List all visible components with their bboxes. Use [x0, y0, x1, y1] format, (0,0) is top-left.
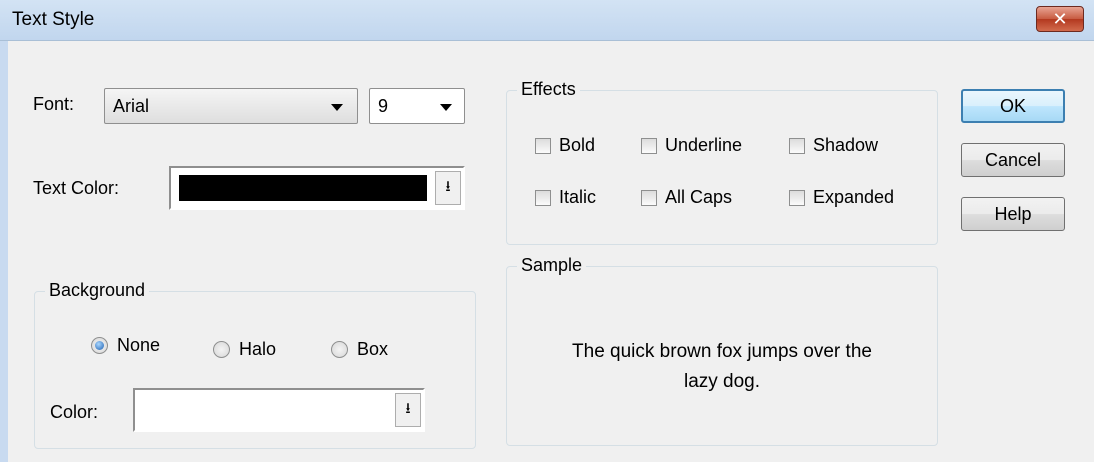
- background-legend: Background: [45, 280, 150, 301]
- background-color-picker[interactable]: ⭳: [133, 388, 425, 432]
- chevron-down-icon: [331, 104, 343, 111]
- checkbox-bold[interactable]: [535, 138, 551, 154]
- sample-legend: Sample: [517, 255, 587, 276]
- radio-box-label[interactable]: Box: [357, 339, 388, 360]
- arrow-down-icon: ⭳: [445, 178, 451, 195]
- radio-halo[interactable]: [213, 341, 230, 358]
- checkbox-all-caps[interactable]: [641, 190, 657, 206]
- background-color-label: Color:: [50, 402, 99, 422]
- font-size-select[interactable]: 9: [369, 88, 465, 124]
- close-button[interactable]: ✕: [1036, 6, 1084, 32]
- checkbox-underline[interactable]: [641, 138, 657, 154]
- checkbox-shadow[interactable]: [789, 138, 805, 154]
- effects-legend: Effects: [517, 79, 580, 100]
- checkbox-expanded[interactable]: [789, 190, 805, 206]
- sample-text-line-2: lazy dog.: [683, 371, 761, 392]
- checkbox-bold-label[interactable]: Bold: [559, 135, 595, 156]
- checkbox-italic-label[interactable]: Italic: [559, 187, 596, 208]
- checkbox-expanded-label[interactable]: Expanded: [813, 187, 894, 208]
- radio-none[interactable]: [91, 337, 108, 354]
- cancel-button[interactable]: Cancel: [961, 143, 1065, 177]
- window-title: Text Style: [12, 9, 95, 30]
- text-color-dropdown-button[interactable]: ⭳: [435, 171, 461, 205]
- title-bar[interactable]: Text Style ✕: [0, 0, 1094, 41]
- checkbox-all-caps-label[interactable]: All Caps: [665, 187, 732, 208]
- font-select[interactable]: Arial: [104, 88, 358, 124]
- checkbox-shadow-label[interactable]: Shadow: [813, 135, 878, 156]
- text-color-label: Text Color:: [33, 178, 120, 198]
- background-color-dropdown-button[interactable]: ⭳: [395, 393, 421, 427]
- checkbox-underline-label[interactable]: Underline: [665, 135, 742, 156]
- radio-none-label[interactable]: None: [117, 335, 160, 356]
- ok-button[interactable]: OK: [961, 89, 1065, 123]
- radio-box[interactable]: [331, 341, 348, 358]
- radio-halo-label[interactable]: Halo: [239, 339, 276, 360]
- text-color-picker[interactable]: ⭳: [169, 166, 465, 210]
- text-color-swatch: [179, 175, 427, 201]
- arrow-down-icon: ⭳: [405, 400, 411, 417]
- effects-group: Effects Bold Underline Shadow Italic All…: [506, 79, 938, 245]
- font-value: Arial: [113, 96, 150, 116]
- help-button[interactable]: Help: [961, 197, 1065, 231]
- sample-group: Sample The quick brown fox jumps over th…: [506, 255, 938, 446]
- checkbox-italic[interactable]: [535, 190, 551, 206]
- sample-text: The quick brown fox jumps over the lazy …: [507, 337, 937, 397]
- background-group: Background None Halo Box Color: ⭳: [34, 280, 476, 449]
- font-label: Font:: [33, 94, 75, 114]
- font-size-value: 9: [378, 96, 389, 116]
- background-color-swatch: [143, 397, 387, 423]
- sample-text-line-1: The quick brown fox jumps over the: [572, 341, 872, 362]
- chevron-down-icon: [440, 104, 452, 111]
- text-style-dialog: Text Style ✕ Font: Arial 9 Text Color: ⭳…: [0, 0, 1094, 462]
- close-icon: ✕: [1052, 9, 1068, 29]
- dialog-body: Font: Arial 9 Text Color: ⭳ Background N…: [0, 41, 1094, 462]
